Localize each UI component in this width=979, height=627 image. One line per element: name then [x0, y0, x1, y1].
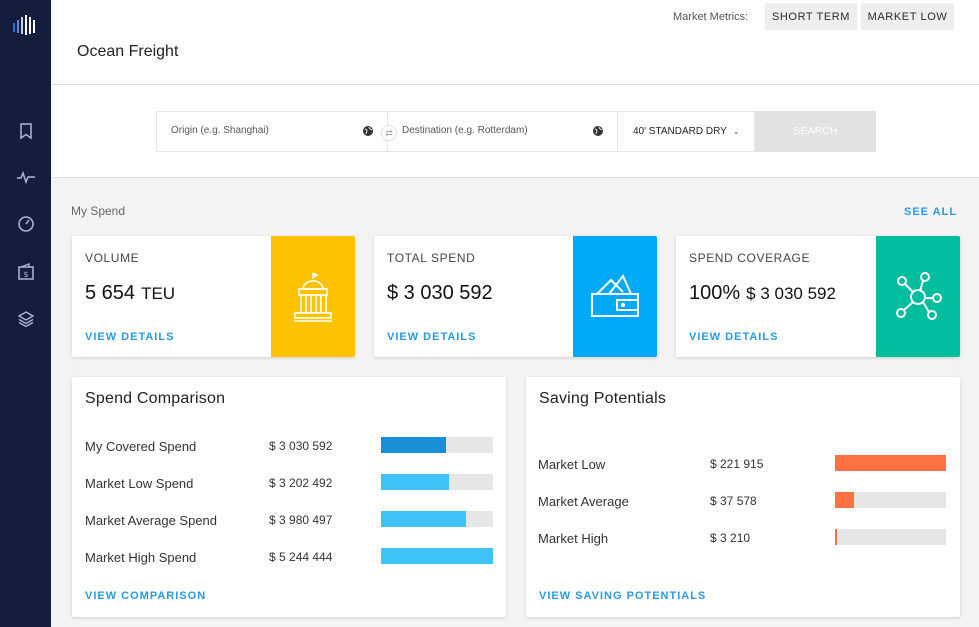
activity-icon[interactable] — [15, 166, 37, 188]
total-spend-card: TOTAL SPEND $ 3 030 592 VIEW DETAILS — [374, 236, 657, 357]
origin-field[interactable]: Origin (e.g. Shanghai) ⇄ — [156, 111, 397, 152]
volume-unit: TEU — [141, 284, 176, 303]
origin-placeholder: Origin (e.g. Shanghai) — [171, 125, 269, 136]
bars-logo-icon[interactable] — [13, 14, 37, 36]
view-comparison-link[interactable]: VIEW COMPARISON — [85, 590, 206, 602]
comparison-row: Market Average Spend $ 3 980 497 — [85, 511, 493, 531]
row-label: Market Low Spend — [85, 476, 194, 491]
saving-row: Market High $ 3 210 — [538, 529, 946, 549]
view-saving-potentials-link[interactable]: VIEW SAVING POTENTIALS — [539, 590, 706, 602]
bar-fill — [835, 529, 837, 545]
comparison-row: Market Low Spend $ 3 202 492 — [85, 474, 493, 494]
page-title: Ocean Freight — [77, 43, 179, 60]
row-amount: $ 37 578 — [710, 494, 757, 508]
row-label: Market Average — [538, 494, 629, 509]
container-type-select[interactable]: 40' STANDARD DRY ⌄ — [618, 111, 755, 152]
row-label: Market High Spend — [85, 550, 197, 565]
view-details-link[interactable]: VIEW DETAILS — [85, 331, 174, 343]
globe-icon — [593, 126, 603, 136]
row-label: My Covered Spend — [85, 439, 197, 454]
volume-card: VOLUME 5 654 TEU VIEW DETAILS — [72, 236, 355, 357]
row-amount: $ 5 244 444 — [269, 550, 333, 564]
bar-track — [381, 511, 493, 527]
sidebar: $ — [0, 0, 51, 627]
market-low-chip[interactable]: MARKET LOW — [861, 3, 954, 30]
network-icon — [876, 236, 960, 357]
saving-row: Market Average $ 37 578 — [538, 492, 946, 512]
container-type-value: 40' STANDARD DRY — [633, 126, 727, 137]
svg-text:$: $ — [23, 270, 28, 279]
bar-fill — [381, 548, 493, 564]
bar-fill — [381, 437, 446, 453]
kpi-label: VOLUME — [85, 251, 140, 265]
view-details-link[interactable]: VIEW DETAILS — [387, 331, 476, 343]
row-label: Market Average Spend — [85, 513, 218, 528]
search-bar: Origin (e.g. Shanghai) ⇄ Destination (e.… — [51, 85, 979, 178]
short-term-chip[interactable]: SHORT TERM — [765, 3, 857, 30]
view-details-link[interactable]: VIEW DETAILS — [689, 331, 778, 343]
total-spend-value: $ 3 030 592 — [387, 282, 493, 304]
chevron-down-icon: ⌄ — [732, 127, 740, 136]
bar-track — [381, 437, 493, 453]
layers-icon[interactable] — [15, 308, 37, 330]
comparison-row: My Covered Spend $ 3 030 592 — [85, 437, 493, 457]
gauge-icon[interactable] — [15, 213, 37, 235]
coverage-amount: $ 3 030 592 — [746, 284, 836, 303]
bar-track — [381, 474, 493, 490]
destination-field[interactable]: Destination (e.g. Rotterdam) — [388, 111, 618, 152]
swap-icon[interactable]: ⇄ — [381, 125, 397, 141]
card-title: Saving Potentials — [539, 390, 667, 407]
wallet-icon — [573, 236, 657, 357]
saving-row: Market Low $ 221 915 — [538, 455, 946, 475]
row-amount: $ 221 915 — [710, 457, 764, 471]
header: Ocean Freight Market Metrics: SHORT TERM… — [51, 0, 979, 85]
bar-fill — [835, 455, 946, 471]
row-label: Market Low — [538, 457, 606, 472]
spend-comparison-card: Spend Comparison My Covered Spend $ 3 03… — [72, 377, 506, 617]
see-all-link[interactable]: SEE ALL — [904, 206, 957, 218]
bar-fill — [835, 492, 854, 508]
bar-track — [835, 529, 946, 545]
coverage-percent: 100% — [689, 282, 741, 304]
globe-icon — [363, 126, 373, 136]
bar-fill — [381, 474, 450, 490]
my-spend-label: My Spend — [71, 204, 126, 218]
market-metrics-label: Market Metrics: — [673, 11, 749, 23]
row-amount: $ 3 030 592 — [269, 439, 333, 453]
destination-placeholder: Destination (e.g. Rotterdam) — [402, 125, 528, 136]
card-title: Spend Comparison — [85, 390, 226, 407]
bookmark-icon[interactable] — [15, 120, 37, 142]
row-amount: $ 3 202 492 — [269, 476, 333, 490]
kpi-value: 100% $ 3 030 592 — [689, 282, 836, 305]
row-amount: $ 3 210 — [710, 531, 751, 545]
comparison-row: Market High Spend $ 5 244 444 — [85, 548, 493, 568]
building-icon — [271, 236, 355, 357]
kpi-label: TOTAL SPEND — [387, 251, 476, 265]
bar-track — [835, 455, 946, 471]
bar-fill — [381, 511, 467, 527]
row-amount: $ 3 980 497 — [269, 513, 333, 527]
spend-coverage-card: SPEND COVERAGE 100% $ 3 030 592 VIEW DETA… — [676, 236, 960, 357]
kpi-value: $ 3 030 592 — [387, 282, 493, 305]
search-button[interactable]: SEARCH — [755, 111, 876, 152]
bar-track — [835, 492, 946, 508]
saving-potentials-card: Saving Potentials Market Low $ 221 915 M… — [526, 377, 960, 617]
row-label: Market High — [538, 531, 609, 546]
bar-track — [381, 548, 493, 564]
kpi-label: SPEND COVERAGE — [689, 251, 811, 265]
volume-value: 5 654 — [85, 282, 136, 304]
wallet-icon[interactable]: $ — [15, 261, 37, 283]
kpi-value: 5 654 TEU — [85, 282, 175, 305]
